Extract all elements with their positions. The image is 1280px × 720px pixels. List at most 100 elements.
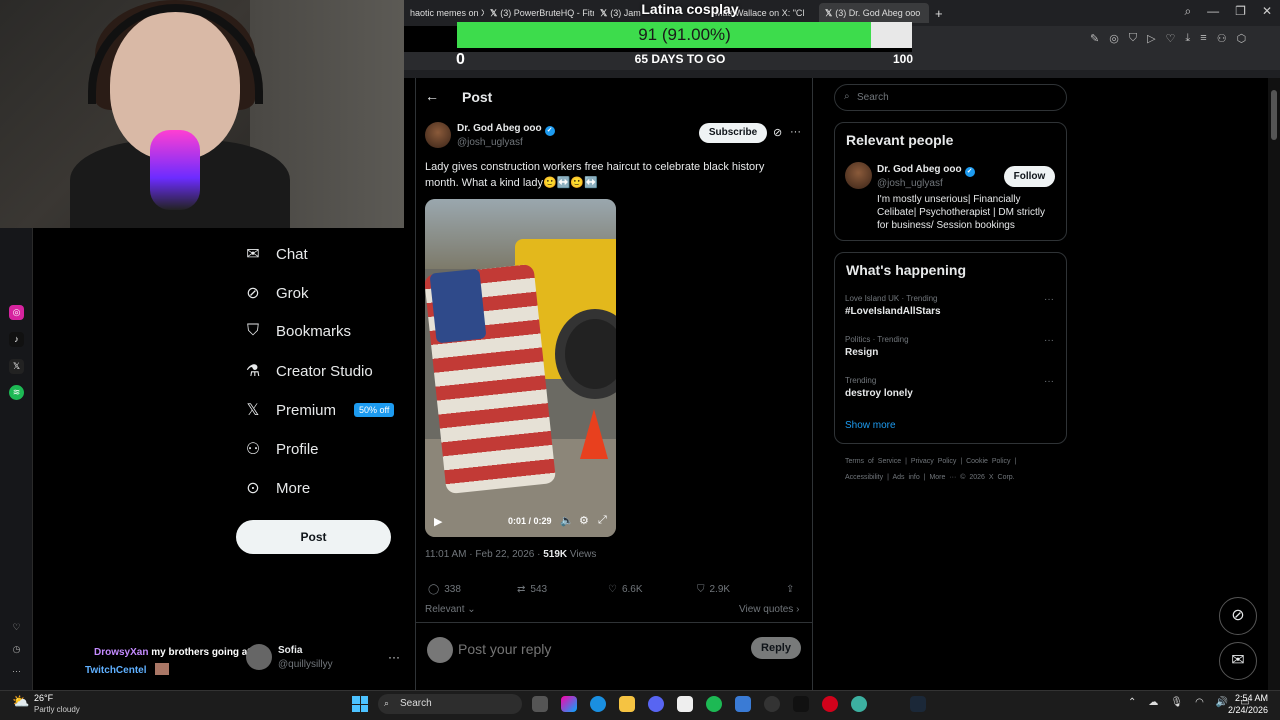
taskbar-search[interactable]: Search xyxy=(378,694,522,714)
x-logo-icon[interactable]: 𝕏 xyxy=(9,359,24,374)
opera-icon[interactable] xyxy=(822,696,838,712)
taskview-icon[interactable] xyxy=(532,696,548,712)
avatar[interactable] xyxy=(425,122,451,148)
goal-progress-bar: 91 (91.00%) xyxy=(457,22,912,48)
grok-icon[interactable]: ⊘ xyxy=(773,126,782,139)
store-icon[interactable] xyxy=(677,696,693,712)
view-quotes-link[interactable]: View quotes › xyxy=(739,604,799,615)
goal-min: 0 xyxy=(456,51,465,68)
person-handle[interactable]: @josh_uglyasf xyxy=(877,178,943,189)
share-action[interactable]: ⇪ xyxy=(786,584,794,595)
trend-name[interactable]: #LoveIslandAllStars xyxy=(845,306,941,317)
browser-tab-active[interactable]: 𝕏 (3) Dr. God Abeg ooo xyxy=(819,3,929,23)
reply-button[interactable]: Reply xyxy=(751,637,801,659)
download-icon[interactable]: ⤓ xyxy=(1185,32,1190,45)
scrollbar[interactable] xyxy=(1268,78,1280,690)
camera-icon[interactable]: ◎ xyxy=(1109,32,1119,45)
taskbar xyxy=(0,690,1280,720)
weather-icon[interactable]: ⛅ xyxy=(12,693,29,710)
weather-temp: 26°F xyxy=(34,693,54,703)
tiktok-icon[interactable]: ♪ xyxy=(9,332,24,347)
play-icon[interactable]: ▷ xyxy=(1147,32,1155,45)
account-more-icon[interactable]: ··· xyxy=(388,650,400,664)
footer-links[interactable]: Accessibility | Ads info | More ··· © 20… xyxy=(845,474,1015,481)
nav-grok[interactable]: ⊘ Grok xyxy=(244,283,308,303)
trend-name[interactable]: Resign xyxy=(845,347,878,358)
heart-icon[interactable]: ♡ xyxy=(9,620,24,635)
app-icon[interactable] xyxy=(851,696,867,712)
sort-relevant[interactable]: Relevant ⌄ xyxy=(425,604,476,615)
person-name[interactable]: Dr. God Abeg ooo ✓ xyxy=(877,164,975,177)
more-icon[interactable]: ··· xyxy=(1044,335,1054,346)
copilot-icon[interactable] xyxy=(561,696,577,712)
search-input[interactable]: Search xyxy=(834,84,1067,111)
follow-button[interactable]: Follow xyxy=(1004,166,1055,187)
scrollbar-thumb[interactable] xyxy=(1271,90,1277,140)
steam-icon[interactable] xyxy=(910,696,926,712)
clock-date[interactable]: 2/24/2026 xyxy=(1212,705,1268,715)
discord-icon[interactable] xyxy=(648,696,664,712)
extension-icon[interactable]: ⬡ xyxy=(1237,32,1247,45)
more-icon[interactable]: ··· xyxy=(790,126,801,138)
profile-icon[interactable]: ⚇ xyxy=(1217,32,1227,45)
author-handle[interactable]: @josh_uglyasf xyxy=(457,137,523,148)
x-logo-icon: 𝕏 xyxy=(600,7,608,18)
app-icon[interactable] xyxy=(764,696,780,712)
mail-app-icon[interactable] xyxy=(735,696,751,712)
folder-icon[interactable] xyxy=(619,696,635,712)
menu-icon[interactable]: ≡ xyxy=(1200,32,1206,45)
shield-icon[interactable]: ⛉ xyxy=(1129,32,1137,45)
volume-icon[interactable]: 🔈 xyxy=(560,514,574,527)
nav-chat[interactable]: ✉ Chat xyxy=(244,244,307,264)
edit-icon[interactable]: ✎ xyxy=(1090,32,1099,45)
mic-icon[interactable]: 🎙 xyxy=(1170,697,1183,708)
windows-start-icon[interactable] xyxy=(352,696,368,712)
footer-links[interactable]: Terms of Service | Privacy Policy | Cook… xyxy=(845,458,1016,465)
spotify-icon[interactable]: ≋ xyxy=(9,385,24,400)
instagram-icon[interactable]: ◎ xyxy=(9,305,24,320)
chevron-up-icon[interactable]: ⌃ xyxy=(1128,697,1136,708)
search-icon[interactable]: ⌕ xyxy=(1184,4,1191,19)
nav-premium[interactable]: 𝕏 Premium 50% off xyxy=(244,400,395,420)
author-name[interactable]: Dr. God Abeg ooo ✓ xyxy=(457,123,555,136)
more-icon[interactable]: ··· xyxy=(1044,376,1054,387)
reply-action[interactable]: ◯ 338 xyxy=(428,584,461,595)
post-button[interactable]: Post xyxy=(236,520,391,554)
trend-name[interactable]: destroy lonely xyxy=(845,388,913,399)
spotify-icon[interactable] xyxy=(706,696,722,712)
wifi-icon[interactable]: ◠ xyxy=(1195,697,1204,708)
maximize-icon[interactable]: ❐ xyxy=(1235,4,1246,19)
show-more-link[interactable]: Show more xyxy=(845,420,896,431)
avatar[interactable] xyxy=(246,644,272,670)
like-action[interactable]: ♡ 6.6K xyxy=(608,584,643,595)
reply-input[interactable] xyxy=(458,641,718,657)
grok-icon[interactable]: ⊘ xyxy=(1219,597,1257,635)
clock-time[interactable]: 2:54 AM xyxy=(1212,693,1268,703)
play-icon[interactable]: ▶ xyxy=(434,515,442,528)
nav-bookmarks[interactable]: ⛉ Bookmarks xyxy=(244,322,351,340)
more-icon[interactable]: ⋯ xyxy=(9,664,24,679)
heart-icon[interactable]: ♡ xyxy=(1166,32,1176,45)
cloud-icon[interactable]: ☁ xyxy=(1148,697,1158,708)
post-video[interactable] xyxy=(425,199,616,537)
history-icon[interactable]: ◷ xyxy=(9,642,24,657)
new-tab-button[interactable]: + xyxy=(929,3,949,23)
repost-action[interactable]: ⇄ 543 xyxy=(517,584,547,595)
nav-more[interactable]: ⊙ More xyxy=(244,478,310,498)
edge-icon[interactable] xyxy=(590,696,606,712)
subscribe-button[interactable]: Subscribe xyxy=(699,123,767,143)
avatar[interactable] xyxy=(845,162,872,189)
browser-tab[interactable]: haotic memes on X: " xyxy=(404,3,484,23)
settings-icon[interactable]: ⚙ xyxy=(579,514,589,527)
mail-icon[interactable]: ✉ xyxy=(1219,642,1257,680)
bookmark-action[interactable]: ⛉ 2.9K xyxy=(697,584,730,595)
nav-creator-studio[interactable]: ⚗ Creator Studio xyxy=(244,361,373,381)
fullscreen-icon[interactable]: ⤢ xyxy=(598,514,607,527)
browser-tab[interactable]: 𝕏 (3) PowerBruteHQ - Fitne xyxy=(484,3,594,23)
minimize-icon[interactable]: — xyxy=(1207,4,1219,19)
tiktok-icon[interactable] xyxy=(793,696,809,712)
back-arrow-icon[interactable]: ← xyxy=(425,88,439,104)
nav-profile[interactable]: ⚇ Profile xyxy=(244,439,319,459)
close-icon[interactable]: ✕ xyxy=(1262,4,1272,19)
more-icon[interactable]: ··· xyxy=(1044,294,1054,305)
